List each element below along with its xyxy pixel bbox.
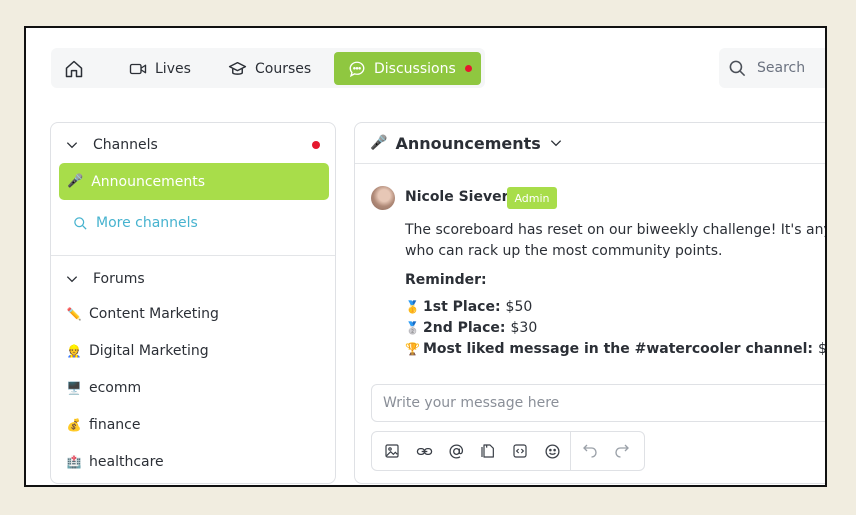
search-icon [729, 60, 746, 76]
insert-image-button[interactable] [376, 432, 408, 470]
sidebar-item-ecomm[interactable]: 🖥️ ecomm [66, 377, 142, 399]
toolbar-separator [570, 432, 571, 470]
message-author[interactable]: Nicole Sievers [405, 189, 517, 205]
nav-discussions-label: Discussions [374, 60, 456, 77]
chat-bubble-icon [349, 61, 365, 77]
channel-header[interactable]: 🎤 Announcements [355, 123, 825, 164]
undo-button[interactable] [574, 432, 606, 470]
hospital-icon: 🏥 [66, 455, 82, 469]
notification-dot [464, 65, 472, 72]
money-bag-icon: 💰 [66, 418, 82, 432]
sidebar-item-label: Announcements [91, 173, 206, 190]
search-placeholder: Search [757, 60, 806, 76]
home-icon [65, 60, 83, 77]
smiley-icon [544, 443, 560, 459]
notification-dot [312, 141, 320, 149]
message-reminder: Reminder: [405, 272, 487, 288]
composer-toolbar [371, 431, 645, 471]
message-input[interactable] [381, 394, 805, 412]
sidebar-item-label: finance [89, 417, 141, 433]
search-icon [74, 216, 87, 230]
forums-header-label: Forums [93, 271, 145, 287]
top-nav: Lives Courses Discussions [51, 48, 485, 88]
prize-line: 🥇 1st Place: $50 [405, 299, 532, 315]
divider [51, 255, 335, 256]
sidebar-item-label: Digital Marketing [89, 343, 209, 359]
prize-line: 🏆 Most liked message in the #watercooler… [405, 341, 827, 357]
nav-lives-label: Lives [155, 60, 191, 77]
nav-home[interactable] [61, 52, 95, 85]
sidebar-item-content-marketing[interactable]: ✏️ Content Marketing [66, 303, 219, 325]
nav-discussions[interactable]: Discussions [334, 52, 481, 85]
avatar[interactable] [371, 186, 395, 210]
prize-place: 1st Place: [423, 299, 501, 315]
forums-header[interactable]: Forums [51, 264, 335, 294]
link-icon [416, 447, 432, 455]
message-text-line-1: The scoreboard has reset on our biweekly… [405, 222, 825, 238]
chevron-down-icon [550, 140, 561, 147]
app-window: Lives Courses Discussions Search Channel… [24, 26, 827, 487]
attach-file-button[interactable] [472, 432, 504, 470]
sidebar-item-label: ecomm [89, 380, 142, 396]
message-composer[interactable] [371, 384, 825, 422]
prize-value: $50 [505, 299, 533, 315]
prize-value: $30 [510, 320, 538, 336]
prize-value: $25 [817, 341, 827, 357]
channel-title: Announcements [395, 133, 541, 153]
emoji-button[interactable] [536, 432, 568, 470]
gold-medal-icon: 🥇 [405, 300, 420, 314]
insert-link-button[interactable] [408, 432, 440, 470]
prize-place: Most liked message in the #watercooler c… [423, 341, 813, 357]
sidebar-item-label: healthcare [89, 454, 164, 470]
worker-icon: 👷 [66, 344, 82, 358]
chevron-down-icon [66, 276, 78, 283]
channels-header-label: Channels [93, 137, 158, 153]
redo-icon [615, 444, 629, 458]
more-channels-label: More channels [96, 215, 198, 231]
at-sign-icon [448, 443, 463, 459]
message-text-line-2: who can rack up the most community point… [405, 243, 723, 259]
mention-button[interactable] [440, 432, 472, 470]
code-icon [513, 444, 527, 458]
trophy-icon: 🏆 [405, 342, 420, 356]
code-block-button[interactable] [504, 432, 536, 470]
channel-panel: 🎤 Announcements Nicole Sievers Admin The… [354, 122, 827, 484]
prize-line: 🥈 2nd Place: $30 [405, 320, 537, 336]
nav-lives[interactable]: Lives [129, 52, 191, 85]
sidebar-item-finance[interactable]: 💰 finance [66, 414, 141, 436]
redo-button[interactable] [606, 432, 638, 470]
graduation-cap-icon [228, 61, 247, 75]
nav-courses-label: Courses [255, 60, 312, 77]
sidebar-item-healthcare[interactable]: 🏥 healthcare [66, 451, 164, 473]
video-camera-icon [129, 63, 147, 74]
desktop-computer-icon: 🖥️ [66, 381, 82, 395]
search-box[interactable]: Search [719, 48, 825, 88]
chevron-down-icon [66, 142, 78, 149]
file-icon [481, 444, 494, 458]
sidebar-item-announcements[interactable]: 🎤 Announcements [59, 163, 329, 200]
sidebar-item-digital-marketing[interactable]: 👷 Digital Marketing [66, 340, 209, 362]
pencil-icon: ✏️ [66, 307, 82, 321]
admin-badge: Admin [507, 187, 557, 209]
undo-icon [583, 444, 597, 458]
channels-header[interactable]: Channels [51, 130, 335, 160]
sidebar-item-label: Content Marketing [89, 306, 219, 322]
silver-medal-icon: 🥈 [405, 321, 420, 335]
image-icon [385, 444, 399, 458]
microphone-icon: 🎤 [370, 135, 388, 151]
sidebar: Channels 🎤 Announcements More channels F… [50, 122, 336, 484]
microphone-icon: 🎤 [67, 174, 84, 189]
more-channels-link[interactable]: More channels [73, 215, 198, 231]
prize-place: 2nd Place: [423, 320, 506, 336]
nav-courses[interactable]: Courses [228, 52, 311, 85]
